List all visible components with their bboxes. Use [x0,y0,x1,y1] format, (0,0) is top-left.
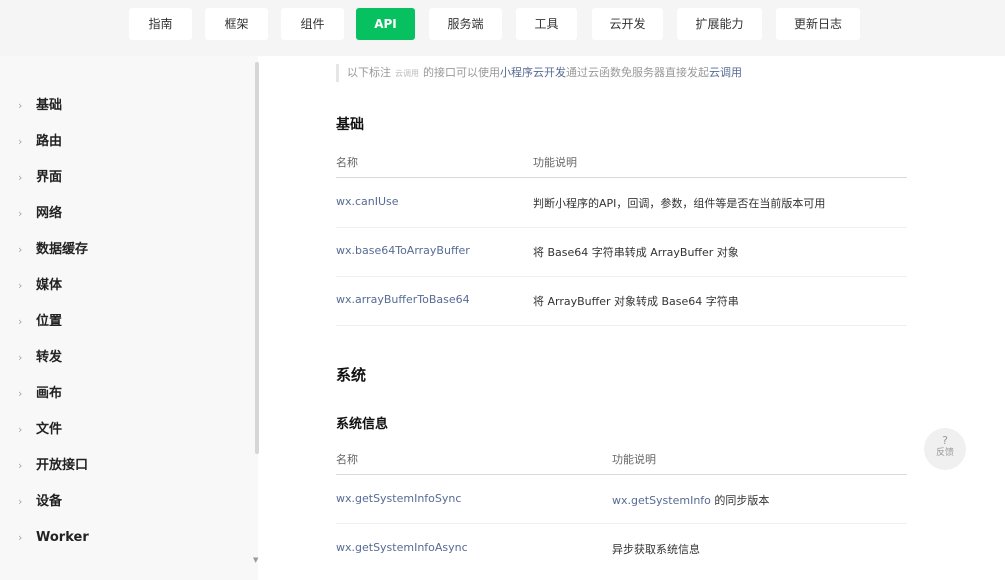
chevron-right-icon: › [18,243,23,256]
sidebar-item-label: 转发 [36,350,63,365]
sidebar-item-label: 设备 [36,494,63,509]
col-header-desc: 功能说明 [533,156,577,169]
feedback-button[interactable]: ? 反馈 [924,428,966,470]
cloud-call-tag: 云调用 [395,69,419,78]
tab-components[interactable]: 组件 [281,8,344,40]
sidebar-item-label: 开放接口 [36,458,89,473]
sidebar-item-open-api[interactable]: › 开放接口 [18,456,88,476]
sidebar-item-label: 数据缓存 [36,242,89,257]
api-desc: 将 Base64 字符串转成 ArrayBuffer 对象 [533,246,739,259]
col-header-desc: 功能说明 [612,453,656,466]
cloud-call-note: 以下标注 云调用 的接口可以使用小程序云开发通过云函数免服务器直接发起云调用 [336,64,742,82]
tab-framework[interactable]: 框架 [205,8,268,40]
chevron-right-icon: › [18,171,23,184]
top-nav: 指南 框架 组件 API 服务端 工具 云开发 扩展能力 更新日志 [0,0,1005,56]
sidebar-item-label: 画布 [36,386,63,401]
tab-api[interactable]: API [356,8,415,40]
api-link-canIUse[interactable]: wx.canIUse [336,195,399,208]
api-link-base64ToArrayBuffer[interactable]: wx.base64ToArrayBuffer [336,244,470,257]
col-header-name: 名称 [336,156,358,169]
row-divider [336,523,907,524]
sidebar-item-label: Worker [36,530,89,545]
sidebar-item-storage[interactable]: › 数据缓存 [18,240,88,260]
api-link-getSystemInfoAsync[interactable]: wx.getSystemInfoAsync [336,541,468,554]
tab-tools[interactable]: 工具 [516,8,577,40]
sidebar-scrollbar[interactable] [255,62,259,454]
tab-cloud-dev[interactable]: 云开发 [592,8,663,40]
row-divider [336,227,907,228]
feedback-label: 反馈 [935,448,954,458]
sidebar-item-route[interactable]: › 路由 [18,132,62,152]
chevron-right-icon: › [18,207,23,220]
note-middle: 的接口可以使用 [423,66,500,79]
section-title-basics: 基础 [336,117,364,133]
chevron-right-icon: › [18,315,23,328]
chevron-right-icon: › [18,423,23,436]
table-header-divider [336,177,907,178]
sidebar-item-ui[interactable]: › 界面 [18,168,62,188]
sidebar-item-file[interactable]: › 文件 [18,420,62,440]
sidebar-item-share[interactable]: › 转发 [18,348,62,368]
tab-guide[interactable]: 指南 [129,8,192,40]
api-link-getSystemInfo[interactable]: wx.getSystemInfo [612,494,711,507]
col-header-name: 名称 [336,453,358,466]
cloud-call-link[interactable]: 云调用 [709,66,742,79]
chevron-right-icon: › [18,135,23,148]
section-title-system: 系统 [336,366,367,384]
chevron-right-icon: › [18,351,23,364]
help-icon: ? [942,434,948,447]
chevron-right-icon: › [18,279,23,292]
scroll-down-arrow-icon[interactable]: ▼ [253,556,261,564]
table-header-divider [336,474,907,475]
api-desc: wx.getSystemInfo 的同步版本 [612,492,769,508]
sidebar-item-label: 界面 [36,170,63,185]
chevron-right-icon: › [18,99,23,112]
subsection-title-system-info: 系统信息 [336,417,389,432]
sidebar-item-label: 位置 [36,314,63,329]
chevron-right-icon: › [18,387,23,400]
sidebar-item-canvas[interactable]: › 画布 [18,384,62,404]
api-link-getSystemInfoSync[interactable]: wx.getSystemInfoSync [336,492,461,505]
api-desc-text: 的同步版本 [710,494,770,507]
sidebar-item-label: 网络 [36,206,63,221]
chevron-right-icon: › [18,531,23,544]
sidebar-item-label: 基础 [36,98,63,113]
chevron-right-icon: › [18,495,23,508]
sidebar-item-label: 路由 [36,134,63,149]
sidebar-item-device[interactable]: › 设备 [18,492,62,512]
api-desc: 判断小程序的API，回调，参数，组件等是否在当前版本可用 [533,197,826,210]
cloud-dev-link[interactable]: 小程序云开发 [500,66,566,79]
note-middle2: 通过云函数免服务器直接发起 [566,66,709,79]
sidebar-item-basics[interactable]: › 基础 [18,96,62,116]
sidebar-item-network[interactable]: › 网络 [18,204,62,224]
tab-changelog[interactable]: 更新日志 [776,8,860,40]
api-desc: 异步获取系统信息 [612,543,700,556]
sidebar-item-label: 文件 [36,422,63,437]
row-divider [336,325,907,326]
api-link-arrayBufferToBase64[interactable]: wx.arrayBufferToBase64 [336,293,470,306]
note-prefix: 以下标注 [347,66,391,79]
sidebar-item-worker[interactable]: › Worker [18,528,89,548]
api-desc: 将 ArrayBuffer 对象转成 Base64 字符串 [533,295,739,308]
sidebar-item-location[interactable]: › 位置 [18,312,62,332]
sidebar-item-label: 媒体 [36,278,63,293]
tab-server[interactable]: 服务端 [429,8,502,40]
row-divider [336,276,907,277]
sidebar-item-media[interactable]: › 媒体 [18,276,62,296]
tab-extensions[interactable]: 扩展能力 [677,8,762,40]
chevron-right-icon: › [18,459,23,472]
